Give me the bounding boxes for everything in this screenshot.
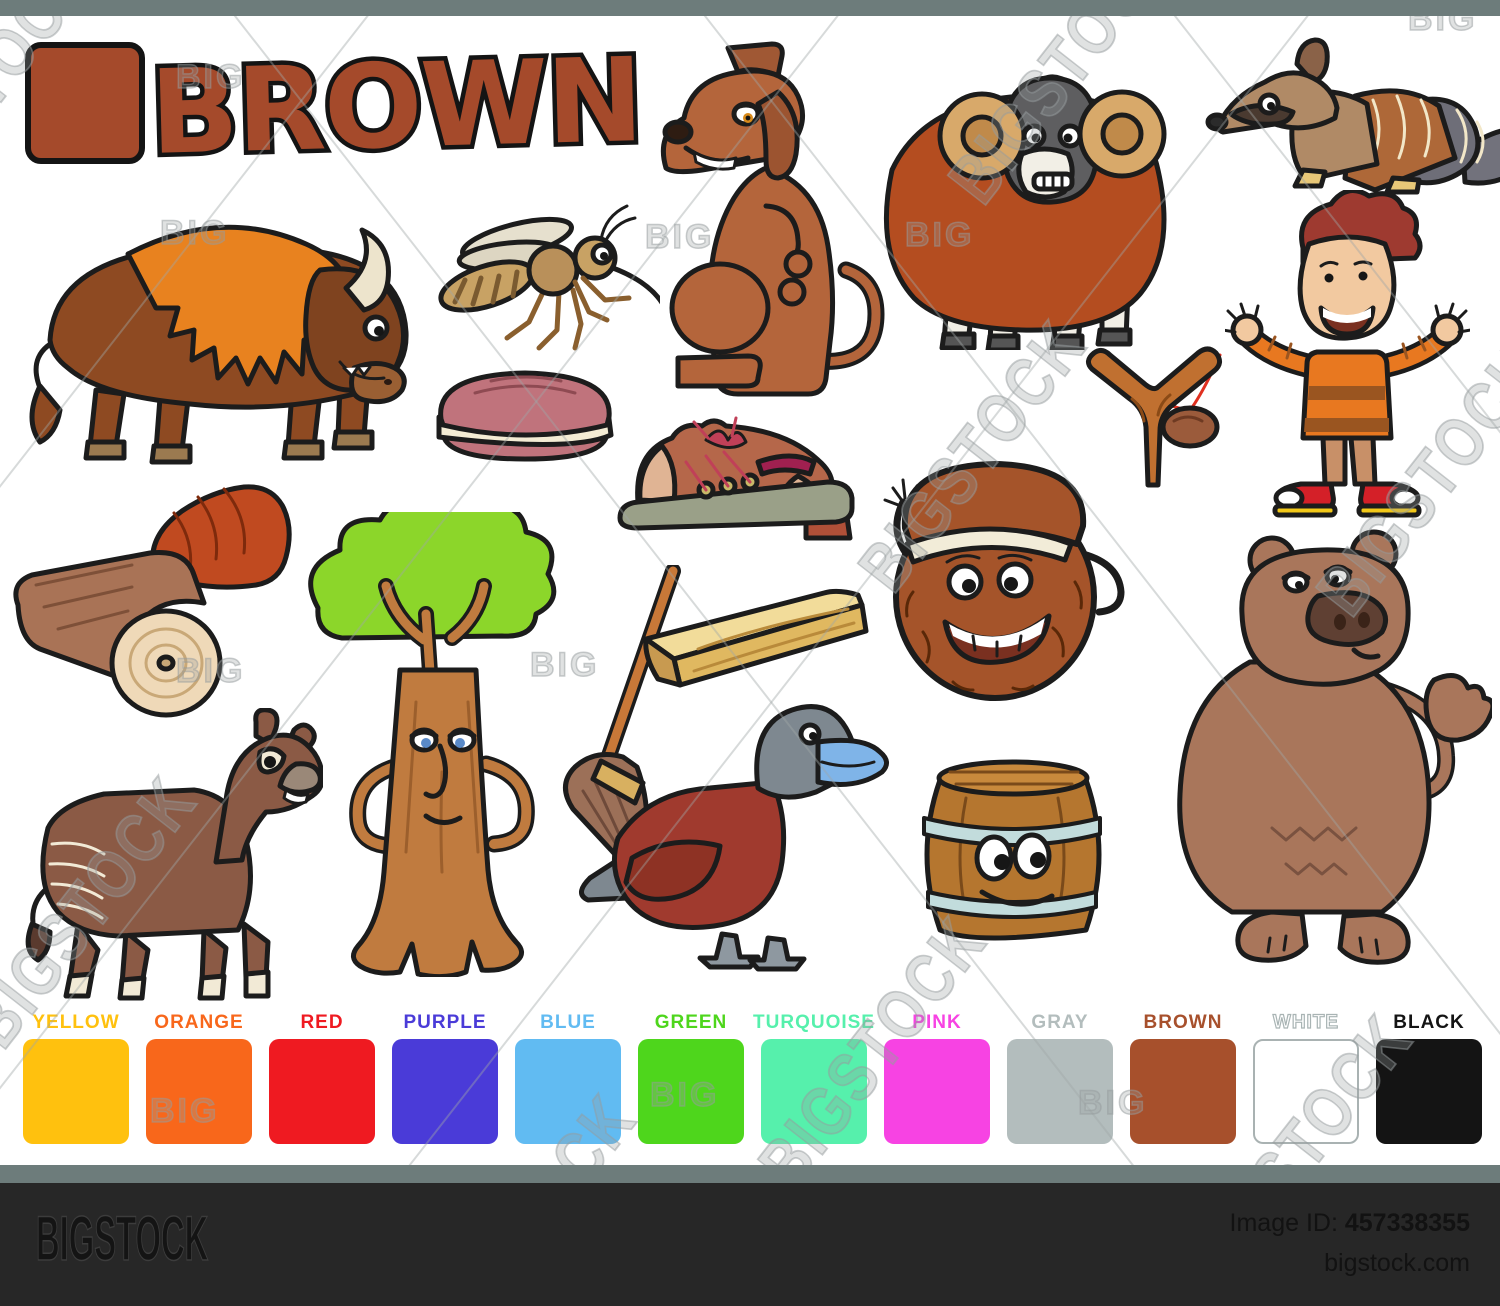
bigstock-logo: BIGSTOCK — [36, 1202, 209, 1274]
watermark-text: BIG — [1077, 1083, 1148, 1123]
plank-character — [628, 583, 883, 693]
site-link: bigstock.com — [1324, 1249, 1470, 1277]
image-id-line: Image ID: 457338355 — [1230, 1203, 1470, 1243]
watermark-text: BIG — [175, 651, 246, 691]
watermark-text: BIG — [529, 645, 600, 685]
palette-cell-brown: BROWN — [1130, 1010, 1236, 1144]
palette-cell-purple: PURPLE — [392, 1010, 498, 1144]
palette-swatch — [392, 1039, 498, 1144]
color-palette: YELLOW ORANGE RED PURPLE BLUE GREEN TURQ… — [23, 1010, 1482, 1144]
watermark-text: BIG — [175, 57, 246, 97]
image-id-label: Image ID: — [1229, 1209, 1338, 1237]
svg-text:BROWN: BROWN — [148, 33, 643, 181]
page-title: BROWN — [144, 29, 648, 181]
palette-label: PURPLE — [403, 1012, 487, 1033]
watermark-text: BIG — [904, 215, 975, 255]
palette-label: BLUE — [540, 1012, 596, 1033]
palette-label: GRAY — [1031, 1012, 1089, 1033]
duck-character — [572, 678, 897, 978]
palette-label: GREEN — [654, 1012, 728, 1033]
stock-illustration-canvas: BIGSTOCK BIGSTOCK BIGSTOCK BIGSTOCK BIGS… — [0, 0, 1500, 1306]
watermark-text: BIG — [159, 213, 230, 253]
palette-swatch — [23, 1039, 129, 1144]
palette-label: ORANGE — [154, 1012, 244, 1033]
log-character — [8, 545, 243, 730]
footer-info: Image ID: 457338355 bigstock.com — [1230, 1203, 1470, 1283]
palette-cell-gray: GRAY — [1007, 1010, 1113, 1144]
palette-cell-red: RED — [269, 1010, 375, 1144]
palette-label: RED — [300, 1012, 344, 1033]
watermark-text: BIG — [644, 217, 715, 257]
bottom-border-strip — [0, 1165, 1500, 1183]
watermark-text: BIG — [649, 1075, 720, 1115]
bigstock-footer-bar: BIGSTOCK Image ID: 457338355 bigstock.co… — [0, 1183, 1500, 1306]
palette-label: WHITE — [1272, 1011, 1340, 1033]
bear-character — [1122, 518, 1492, 1003]
top-border-strip — [0, 0, 1500, 16]
watermark-text: BIG — [149, 1091, 220, 1131]
image-id-value: 457338355 — [1344, 1209, 1470, 1237]
palette-swatch — [269, 1039, 375, 1144]
mosquito-character — [425, 190, 660, 355]
shoe-character — [610, 410, 860, 550]
palette-label: BROWN — [1143, 1012, 1223, 1033]
